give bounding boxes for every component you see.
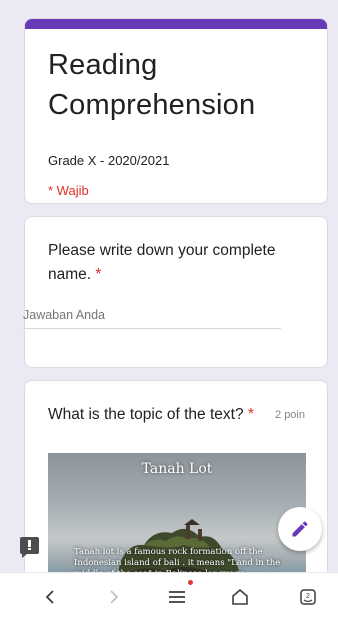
pencil-icon [292, 521, 308, 537]
question-text: What is the topic of the text? [48, 406, 244, 423]
form-header-card: Reading Comprehension Grade X - 2020/202… [24, 18, 328, 204]
question-card-name: Please write down your complete name. * [24, 216, 328, 368]
forward-chevron-icon [110, 590, 119, 604]
menu-icon [169, 591, 185, 603]
notification-dot [188, 580, 193, 585]
question-title: Please write down your complete name. * [48, 239, 310, 287]
question-text: Please write down your complete name. [48, 242, 276, 283]
browser-nav-bar: 2 [0, 572, 338, 619]
back-button[interactable] [36, 583, 64, 611]
back-chevron-icon [45, 590, 54, 604]
home-icon [232, 589, 248, 605]
feedback-button[interactable] [20, 537, 39, 558]
question-title: What is the topic of the text? * [48, 403, 268, 427]
forward-button[interactable] [100, 583, 128, 611]
header-accent-bar [25, 19, 327, 29]
required-note: * Wajib [48, 183, 89, 198]
home-button[interactable] [226, 583, 254, 611]
name-answer-input[interactable] [23, 308, 281, 329]
tabs-button[interactable]: 2 [294, 583, 322, 611]
form-description: Grade X - 2020/2021 [48, 153, 170, 168]
form-title: Reading Comprehension [48, 49, 256, 121]
points-label: 2 poin [275, 409, 305, 421]
required-mark: * [95, 266, 102, 283]
tabs-count: 2 [306, 593, 310, 600]
edit-fab-button[interactable] [278, 507, 322, 551]
required-mark: * [247, 406, 254, 423]
menu-button[interactable] [163, 583, 191, 611]
tabs-icon: 2 [300, 589, 316, 605]
feedback-icon [28, 540, 31, 547]
image-title: Tanah Lot [141, 461, 213, 477]
